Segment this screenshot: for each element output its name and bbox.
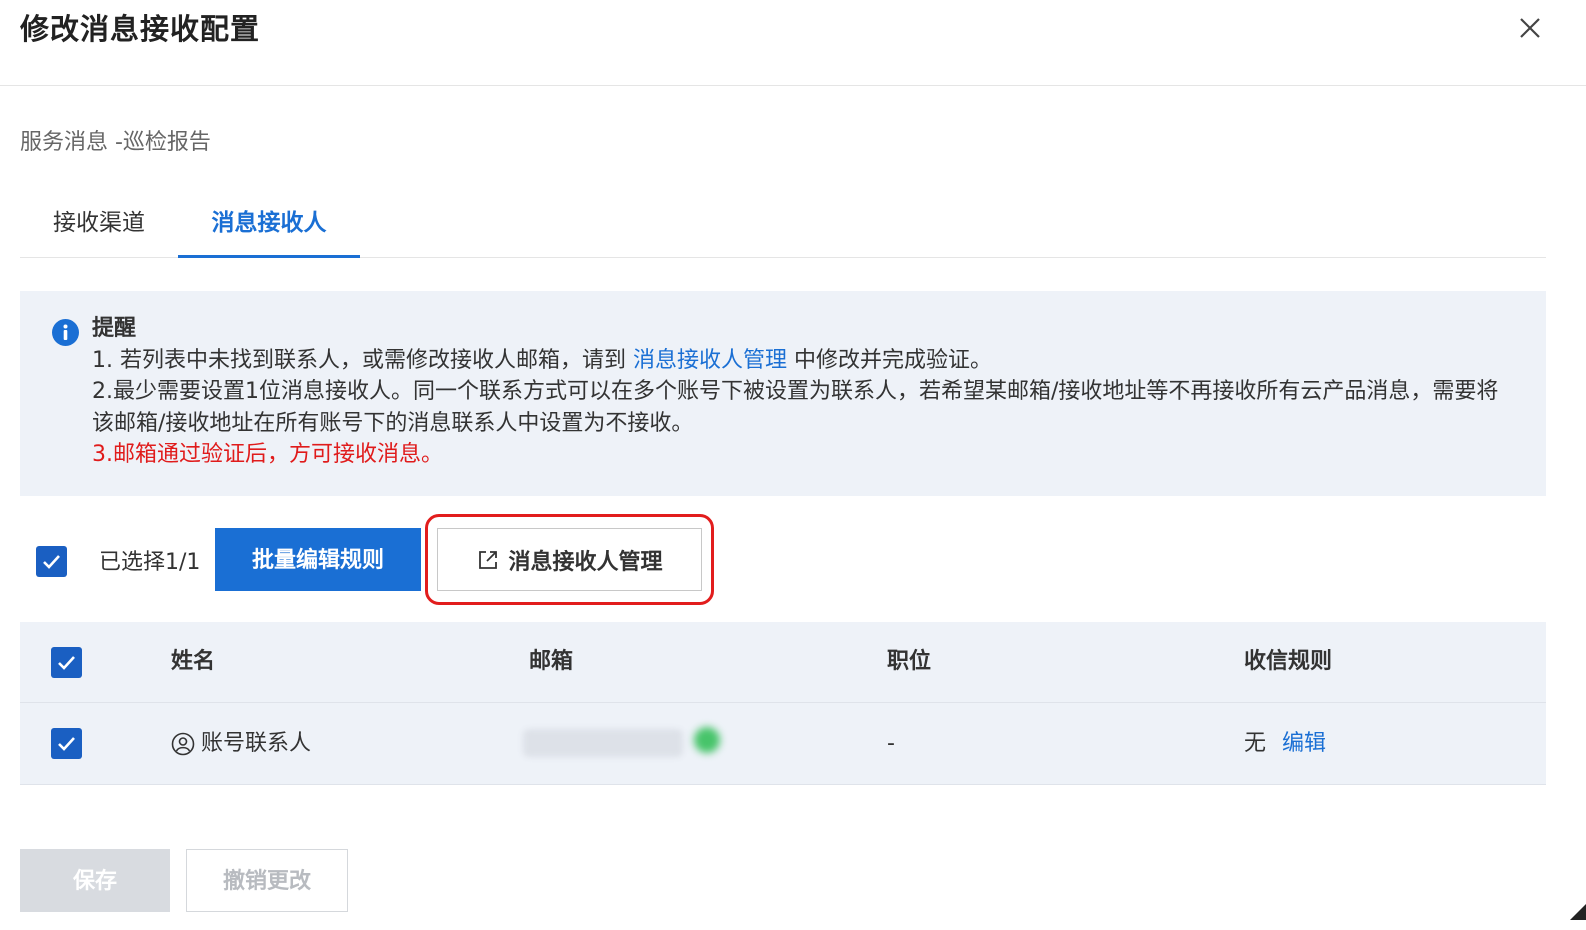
tab-receive-channel[interactable]: 接收渠道	[20, 196, 178, 258]
tab-bar: 接收渠道 消息接收人	[20, 196, 1546, 258]
batch-edit-rules-button[interactable]: 批量编辑规则	[215, 528, 421, 591]
selected-count: 已选择1/1	[99, 550, 201, 575]
row-rule: 无	[1244, 731, 1267, 756]
verified-status-icon	[694, 727, 720, 753]
column-header-rule: 收信规则	[1244, 649, 1333, 674]
column-header-position: 职位	[887, 649, 932, 674]
row-name-cell: 账号联系人	[171, 703, 311, 785]
notice-line-1: 1. 若列表中未找到联系人，或需修改接收人邮箱，请到 消息接收人管理 中修改并完…	[92, 345, 1512, 377]
recipient-table: 姓名 邮箱 职位 收信规则 账号联系人 - 无 编辑	[20, 622, 1546, 785]
notice-line-1-text: 1. 若列表中未找到联系人，或需修改接收人邮箱，请到	[92, 347, 633, 373]
edit-rule-link[interactable]: 编辑	[1282, 703, 1326, 785]
check-icon	[43, 555, 60, 569]
resize-corner-icon	[1570, 904, 1586, 920]
revert-changes-button[interactable]: 撤销更改	[186, 849, 348, 912]
recipient-management-button[interactable]: 消息接收人管理	[437, 528, 702, 591]
dialog-header: 修改消息接收配置	[0, 0, 1586, 86]
external-link-icon	[479, 550, 498, 569]
column-header-email: 邮箱	[529, 649, 574, 674]
user-circle-icon	[171, 732, 195, 756]
notice-line-2: 2.最少需要设置1位消息接收人。同一个联系方式可以在多个账号下被设置为联系人，若…	[92, 379, 1499, 436]
header-checkbox[interactable]	[51, 647, 82, 678]
save-button[interactable]: 保存	[20, 849, 170, 912]
notice-panel: 提醒 1. 若列表中未找到联系人，或需修改接收人邮箱，请到 消息接收人管理 中修…	[20, 291, 1546, 496]
notice-title: 提醒	[92, 316, 137, 341]
check-icon	[58, 737, 75, 751]
table-header: 姓名 邮箱 职位 收信规则	[20, 622, 1546, 703]
recipient-management-link[interactable]: 消息接收人管理	[633, 348, 787, 373]
row-rule-cell: 无 编辑	[1244, 703, 1326, 785]
tab-message-recipient[interactable]: 消息接收人	[178, 196, 360, 258]
email-redacted	[523, 729, 683, 757]
select-all-checkbox-toolbar[interactable]	[36, 546, 67, 577]
row-name: 账号联系人	[201, 731, 312, 756]
check-icon	[58, 656, 75, 670]
close-icon[interactable]	[1512, 10, 1548, 46]
recipient-management-label: 消息接收人管理	[508, 549, 663, 575]
table-row: 账号联系人 - 无 编辑	[20, 703, 1546, 785]
dialog-title: 修改消息接收配置	[20, 12, 261, 46]
notice-line-3: 3.邮箱通过验证后，方可接收消息。	[92, 442, 443, 467]
notice-line-1-suffix: 中修改并完成验证。	[787, 347, 992, 373]
row-checkbox[interactable]	[51, 728, 82, 759]
row-position: -	[887, 731, 895, 756]
column-header-name: 姓名	[171, 649, 216, 674]
info-icon	[52, 319, 79, 346]
message-type-subtitle: 服务消息 -巡检报告	[20, 130, 211, 155]
